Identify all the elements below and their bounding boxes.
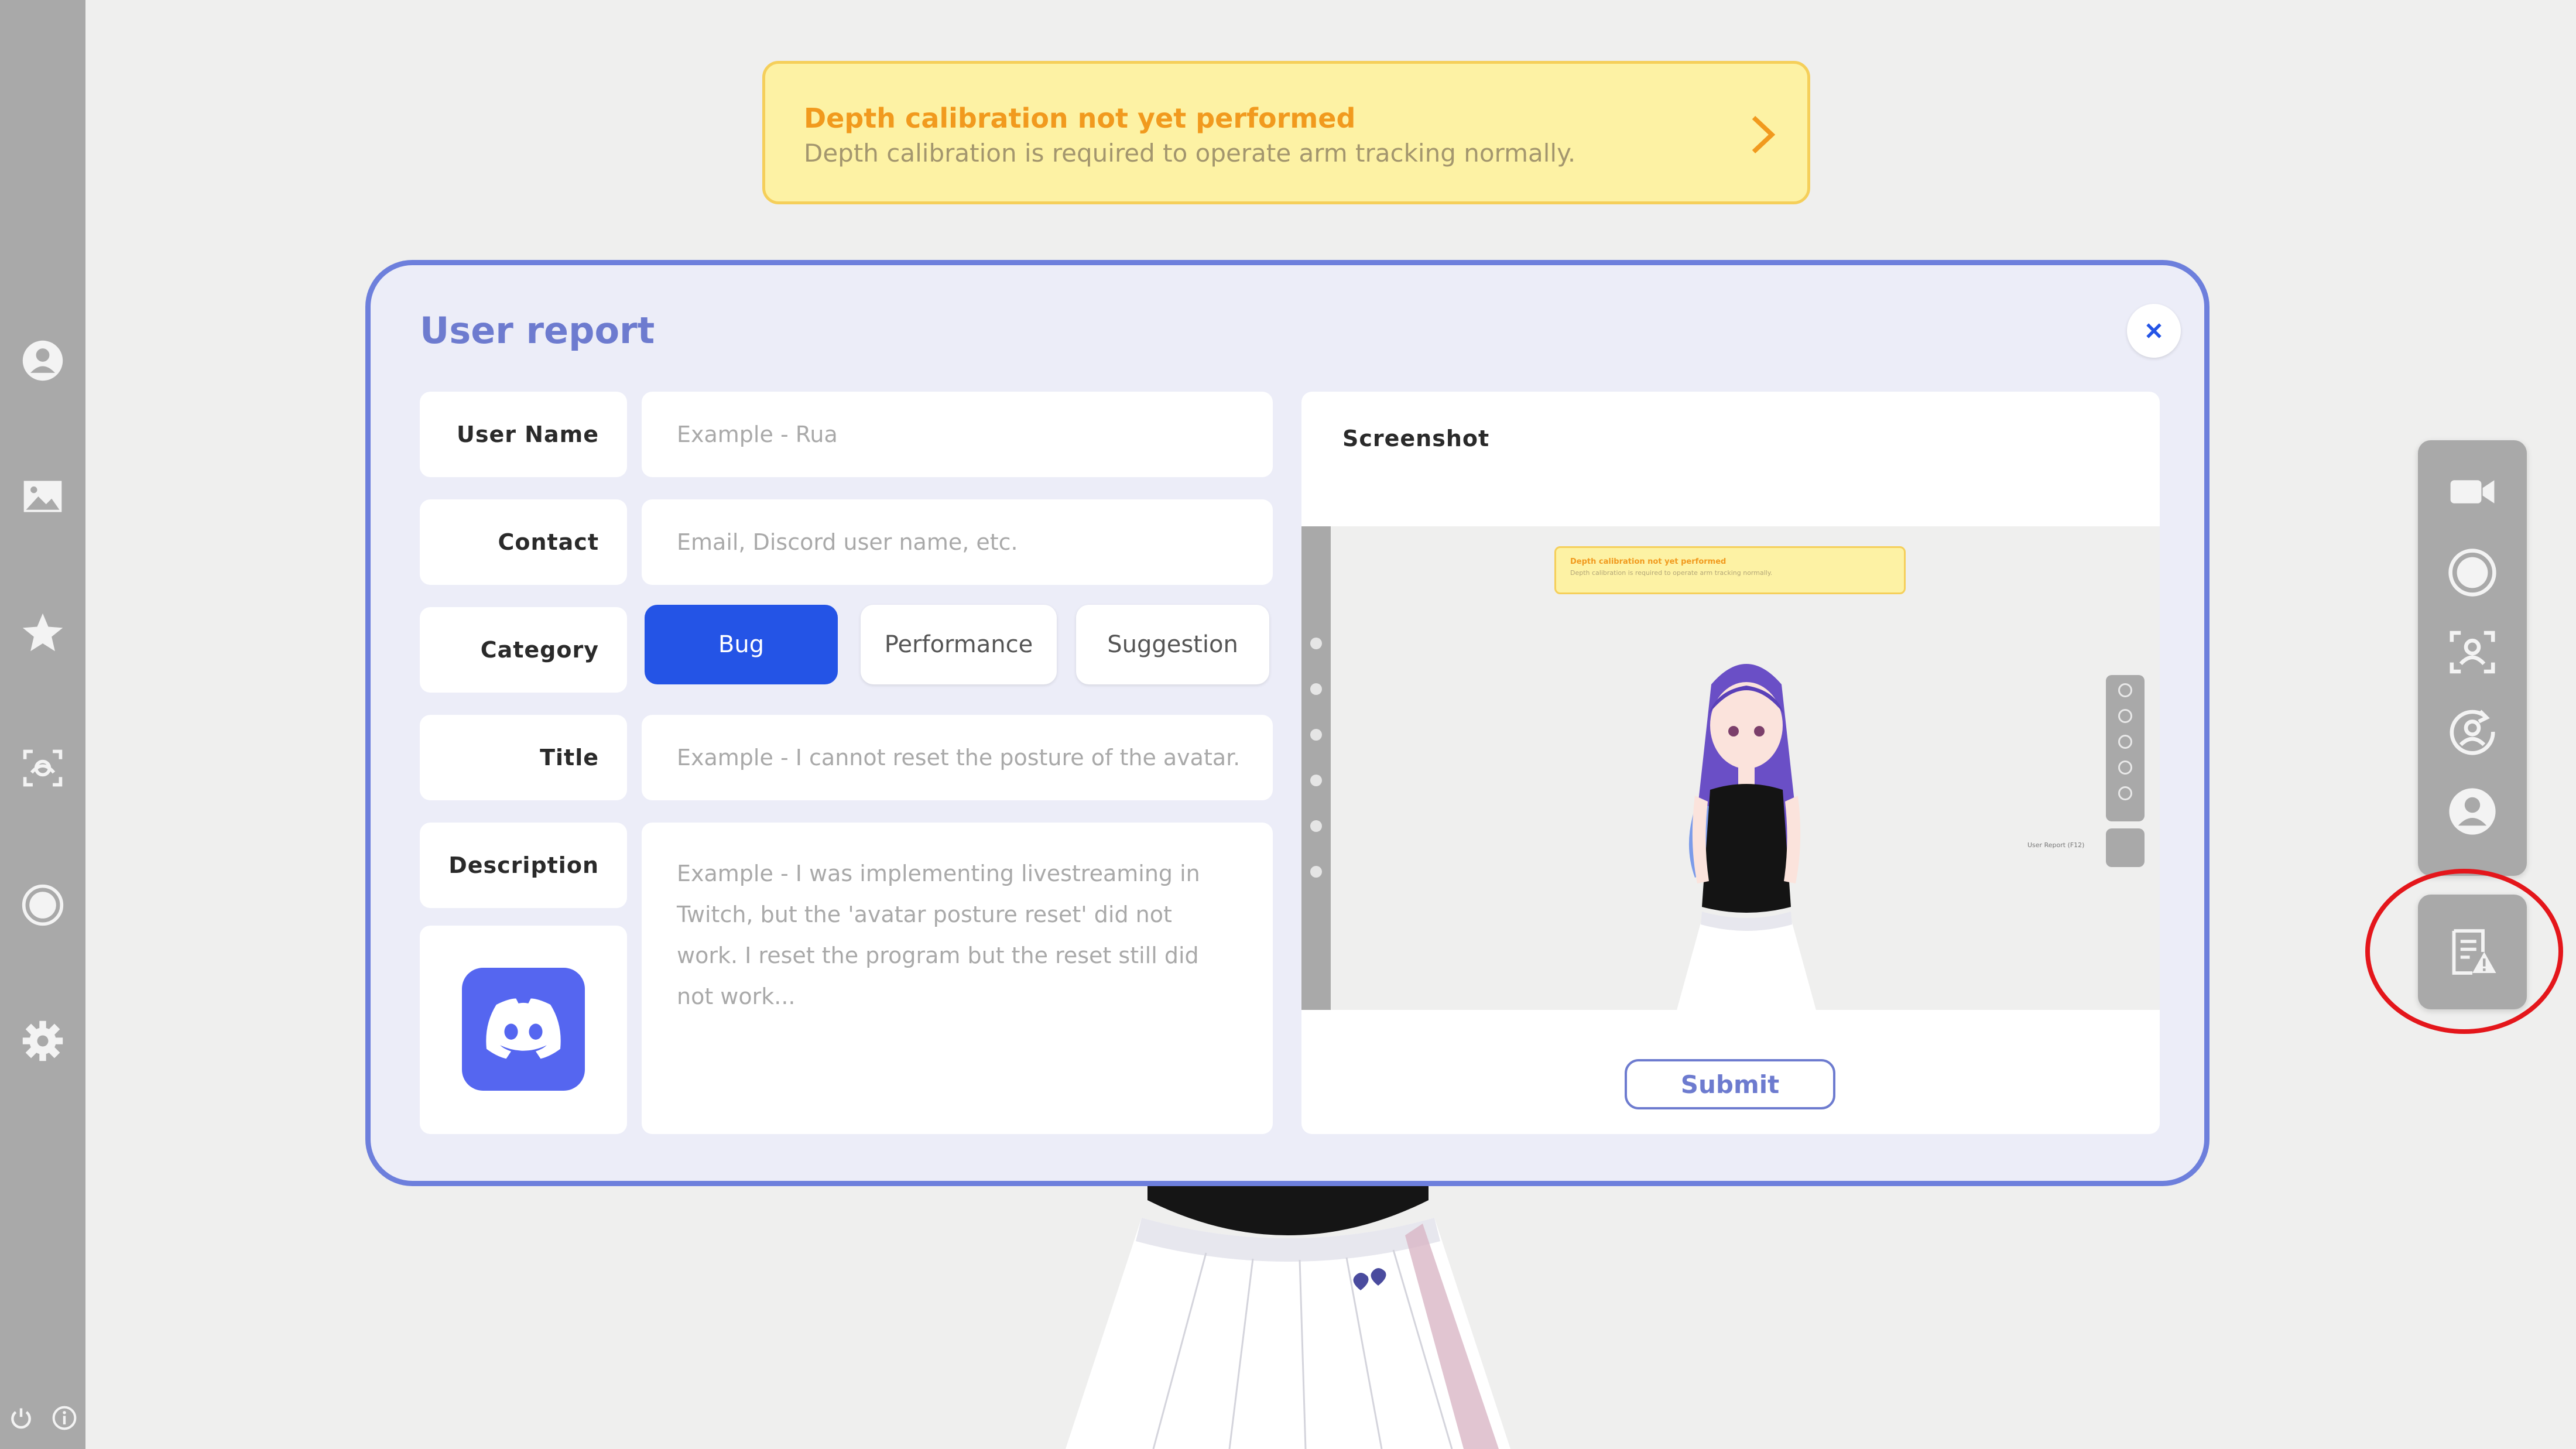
close-button[interactable] bbox=[2127, 304, 2181, 358]
left-sidebar bbox=[0, 0, 85, 1449]
notification-title: Depth calibration not yet performed bbox=[804, 102, 1356, 134]
screenshot-preview: Depth calibration not yet performed Dept… bbox=[1301, 526, 2160, 1010]
category-performance-button[interactable]: Performance bbox=[861, 605, 1057, 684]
user-name-label: User Name bbox=[420, 392, 627, 477]
contact-input[interactable] bbox=[642, 499, 1273, 585]
preview-sidebar bbox=[1301, 526, 1331, 1010]
preview-report-button bbox=[2106, 828, 2145, 867]
category-suggestion-button[interactable]: Suggestion bbox=[1076, 605, 1269, 684]
contact-label: Contact bbox=[420, 499, 627, 585]
camera-icon[interactable] bbox=[2444, 464, 2500, 520]
description-label: Description bbox=[420, 823, 627, 908]
discord-link[interactable] bbox=[420, 926, 627, 1134]
calibration-notification[interactable]: Depth calibration not yet performed Dept… bbox=[762, 61, 1810, 204]
info-icon[interactable] bbox=[52, 1405, 77, 1431]
user-icon[interactable] bbox=[19, 337, 66, 384]
preview-toolbar bbox=[2106, 675, 2145, 821]
preview-notification-title: Depth calibration not yet performed bbox=[1570, 557, 1727, 566]
face-scan-icon[interactable] bbox=[2444, 624, 2500, 680]
submit-button[interactable]: Submit bbox=[1625, 1059, 1835, 1109]
close-icon bbox=[2146, 323, 2161, 338]
avatar-icon[interactable] bbox=[2444, 783, 2500, 840]
preview-notification: Depth calibration not yet performed Dept… bbox=[1554, 546, 1906, 594]
effects-icon[interactable] bbox=[19, 609, 66, 656]
notification-description: Depth calibration is required to operate… bbox=[804, 139, 1576, 167]
image-icon[interactable] bbox=[19, 473, 66, 520]
user-report-dialog: User report User Name Contact Category B… bbox=[365, 260, 2210, 1186]
title-input[interactable] bbox=[642, 715, 1273, 800]
description-input[interactable] bbox=[642, 823, 1273, 1134]
right-toolbar bbox=[2418, 440, 2527, 876]
avatar-figure bbox=[1066, 1165, 1510, 1449]
record-icon[interactable] bbox=[2444, 544, 2500, 601]
discord-icon bbox=[462, 968, 585, 1091]
screenshot-panel: Screenshot Depth calibration not yet per… bbox=[1301, 392, 2160, 1134]
settings-icon[interactable] bbox=[19, 1018, 66, 1064]
category-label: Category bbox=[420, 607, 627, 693]
highlight-circle bbox=[2365, 869, 2563, 1034]
reset-pose-icon[interactable] bbox=[2444, 704, 2500, 760]
dialog-title: User report bbox=[420, 309, 655, 352]
category-bug-button[interactable]: Bug bbox=[645, 605, 838, 684]
title-label: Title bbox=[420, 715, 627, 800]
preview-avatar bbox=[1677, 664, 1816, 1010]
power-icon[interactable] bbox=[8, 1405, 34, 1431]
preview-report-label: User Report (F12) bbox=[2027, 841, 2085, 849]
preview-notification-description: Depth calibration is required to operate… bbox=[1570, 569, 1773, 577]
user-name-input[interactable] bbox=[642, 392, 1273, 477]
record-icon[interactable] bbox=[19, 882, 66, 929]
face-tracking-icon[interactable] bbox=[19, 745, 66, 792]
chevron-right-icon bbox=[1752, 115, 1776, 154]
screenshot-label: Screenshot bbox=[1342, 426, 1490, 451]
